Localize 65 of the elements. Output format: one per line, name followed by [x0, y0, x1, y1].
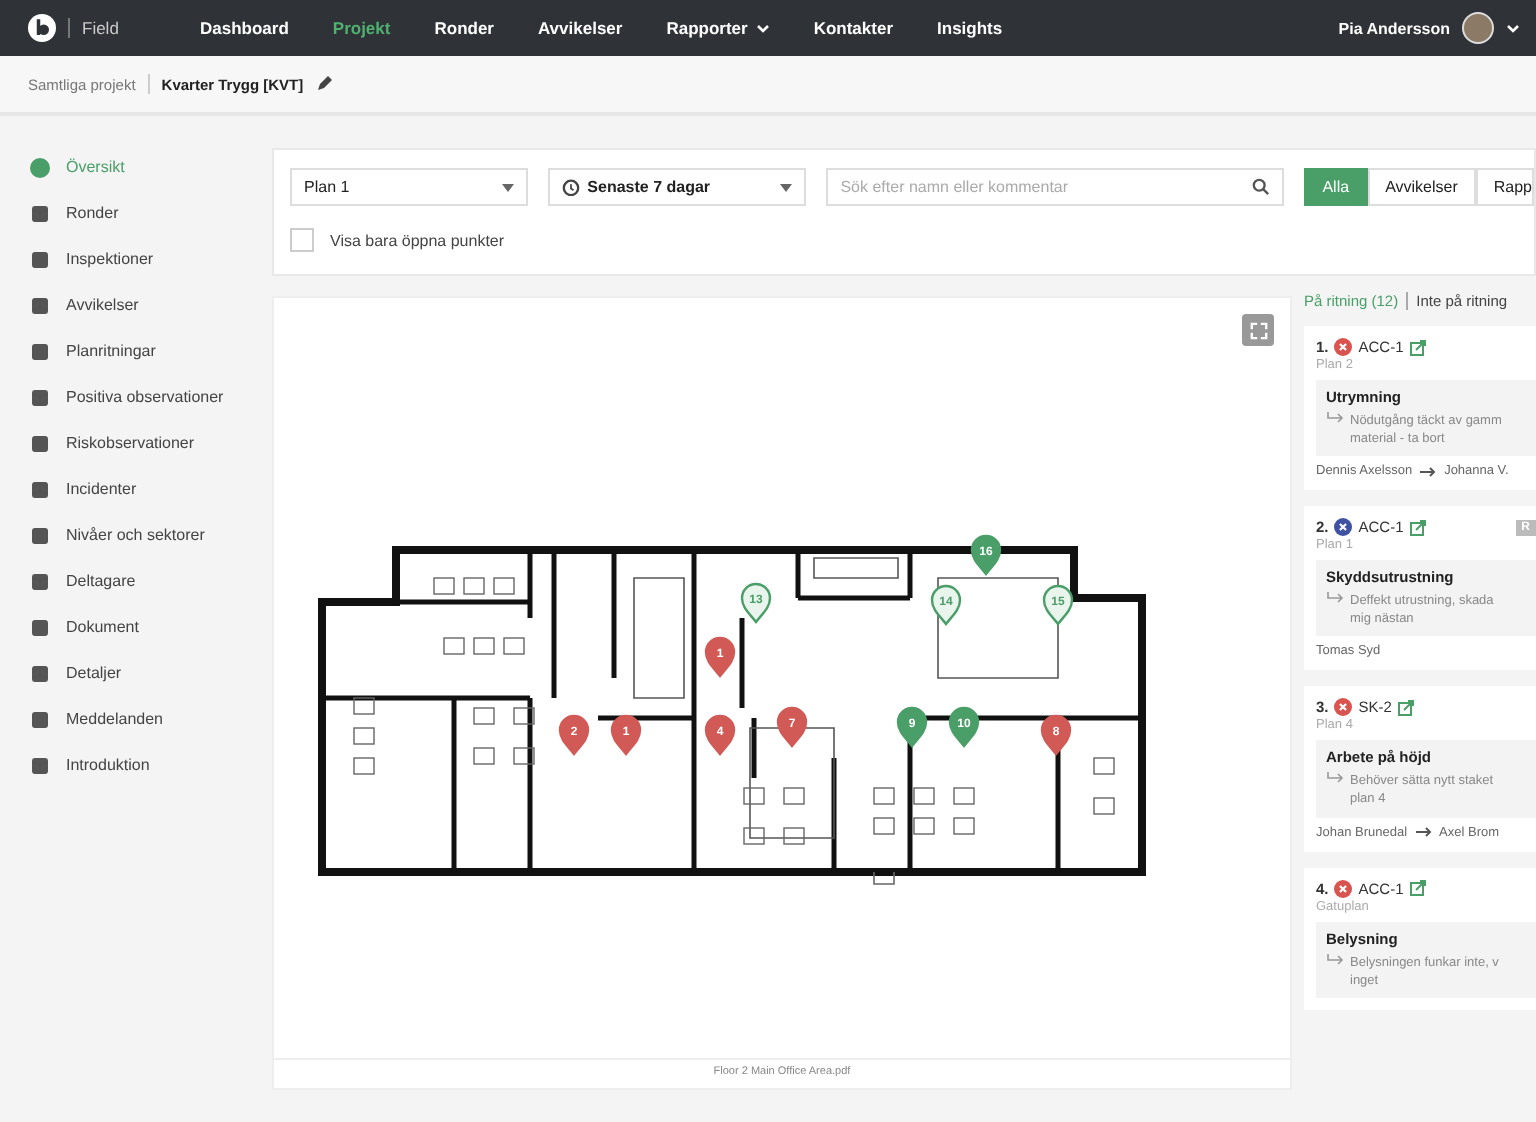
arrow-icon	[1420, 465, 1437, 478]
reply-arrow-icon	[1326, 412, 1344, 424]
plan-dropdown[interactable]: Plan 1	[290, 168, 528, 206]
external-link-icon[interactable]	[1397, 699, 1414, 716]
arrow-icon	[1415, 826, 1432, 839]
reply-arrow-icon	[1326, 592, 1344, 605]
sidebar-item[interactable]: Positiva observationer	[0, 374, 272, 420]
sidebar-item[interactable]: Riskobservationer	[0, 420, 272, 466]
reply-arrow-icon	[1326, 772, 1344, 785]
section-icon	[30, 663, 50, 683]
section-icon	[30, 341, 50, 361]
sidebar-item[interactable]: Nivåer och sektorer	[0, 512, 272, 558]
section-icon	[30, 387, 50, 407]
section-icon	[30, 571, 50, 591]
sidebar-item[interactable]: Incidenter	[0, 466, 272, 512]
app-name: Field	[68, 18, 162, 38]
nav-link[interactable]: Kontakter	[791, 18, 916, 38]
nav-link[interactable]: Rapporter	[644, 18, 792, 38]
section-icon	[30, 525, 50, 545]
external-link-icon[interactable]	[1409, 339, 1426, 355]
fullscreen-button[interactable]	[1242, 314, 1274, 346]
caret-icon[interactable]	[1506, 23, 1520, 33]
sidebar-item[interactable]: Meddelanden	[0, 696, 272, 742]
section-icon	[30, 157, 50, 177]
logo-icon	[28, 14, 56, 42]
checkbox[interactable]	[290, 228, 314, 252]
sidebar-item[interactable]: Introduktion	[0, 742, 272, 788]
section-icon	[30, 617, 50, 637]
caret-icon	[780, 183, 793, 191]
clock-icon	[561, 178, 580, 196]
pencil-icon[interactable]	[315, 76, 332, 92]
caret-icon	[755, 23, 770, 33]
section-icon	[30, 433, 50, 453]
section-icon	[30, 295, 50, 315]
sidebar-item[interactable]: Detaljer	[0, 650, 272, 696]
nav-link[interactable]: Dashboard	[178, 18, 311, 38]
search-field[interactable]: Sök efter namn eller kommentar	[826, 168, 1285, 206]
period-dropdown[interactable]: Senaste 7 dagar	[547, 168, 807, 206]
filter-tab[interactable]: Rapp	[1475, 168, 1534, 206]
external-link-icon[interactable]	[1409, 880, 1426, 897]
period-value: Senaste 7 dagar	[587, 178, 713, 196]
filter-tab[interactable]: Avvikelser	[1367, 168, 1476, 206]
external-link-icon[interactable]	[1409, 519, 1426, 536]
nav-link[interactable]: Projekt	[310, 18, 413, 38]
sidebar-item[interactable]: Ronder	[0, 190, 272, 236]
section-icon	[30, 709, 50, 729]
reply-arrow-icon	[1326, 953, 1344, 966]
sidebar-item[interactable]: Planritningar	[0, 328, 272, 374]
sidebar-item[interactable]: Deltagare	[0, 558, 272, 604]
section-icon	[30, 249, 50, 269]
nav-link[interactable]: Avvikelser	[515, 18, 645, 38]
section-icon	[30, 203, 50, 223]
sidebar-item[interactable]: Inspektioner	[0, 236, 272, 282]
expand-icon	[1249, 321, 1267, 339]
section-icon	[30, 479, 50, 499]
nav-link[interactable]: Insights	[915, 18, 1025, 38]
checkbox-label: Visa bara öppna punkter	[330, 231, 505, 249]
sidebar-item[interactable]: Avvikelser	[0, 282, 272, 328]
section-icon	[30, 755, 50, 775]
nav-link[interactable]: Ronder	[412, 18, 516, 38]
search-icon	[1252, 178, 1271, 196]
caret-icon	[501, 183, 514, 191]
avatar[interactable]	[1462, 12, 1494, 44]
user-name[interactable]: Pia Andersson	[1338, 19, 1450, 37]
sidebar-item[interactable]: Dokument	[0, 604, 272, 650]
